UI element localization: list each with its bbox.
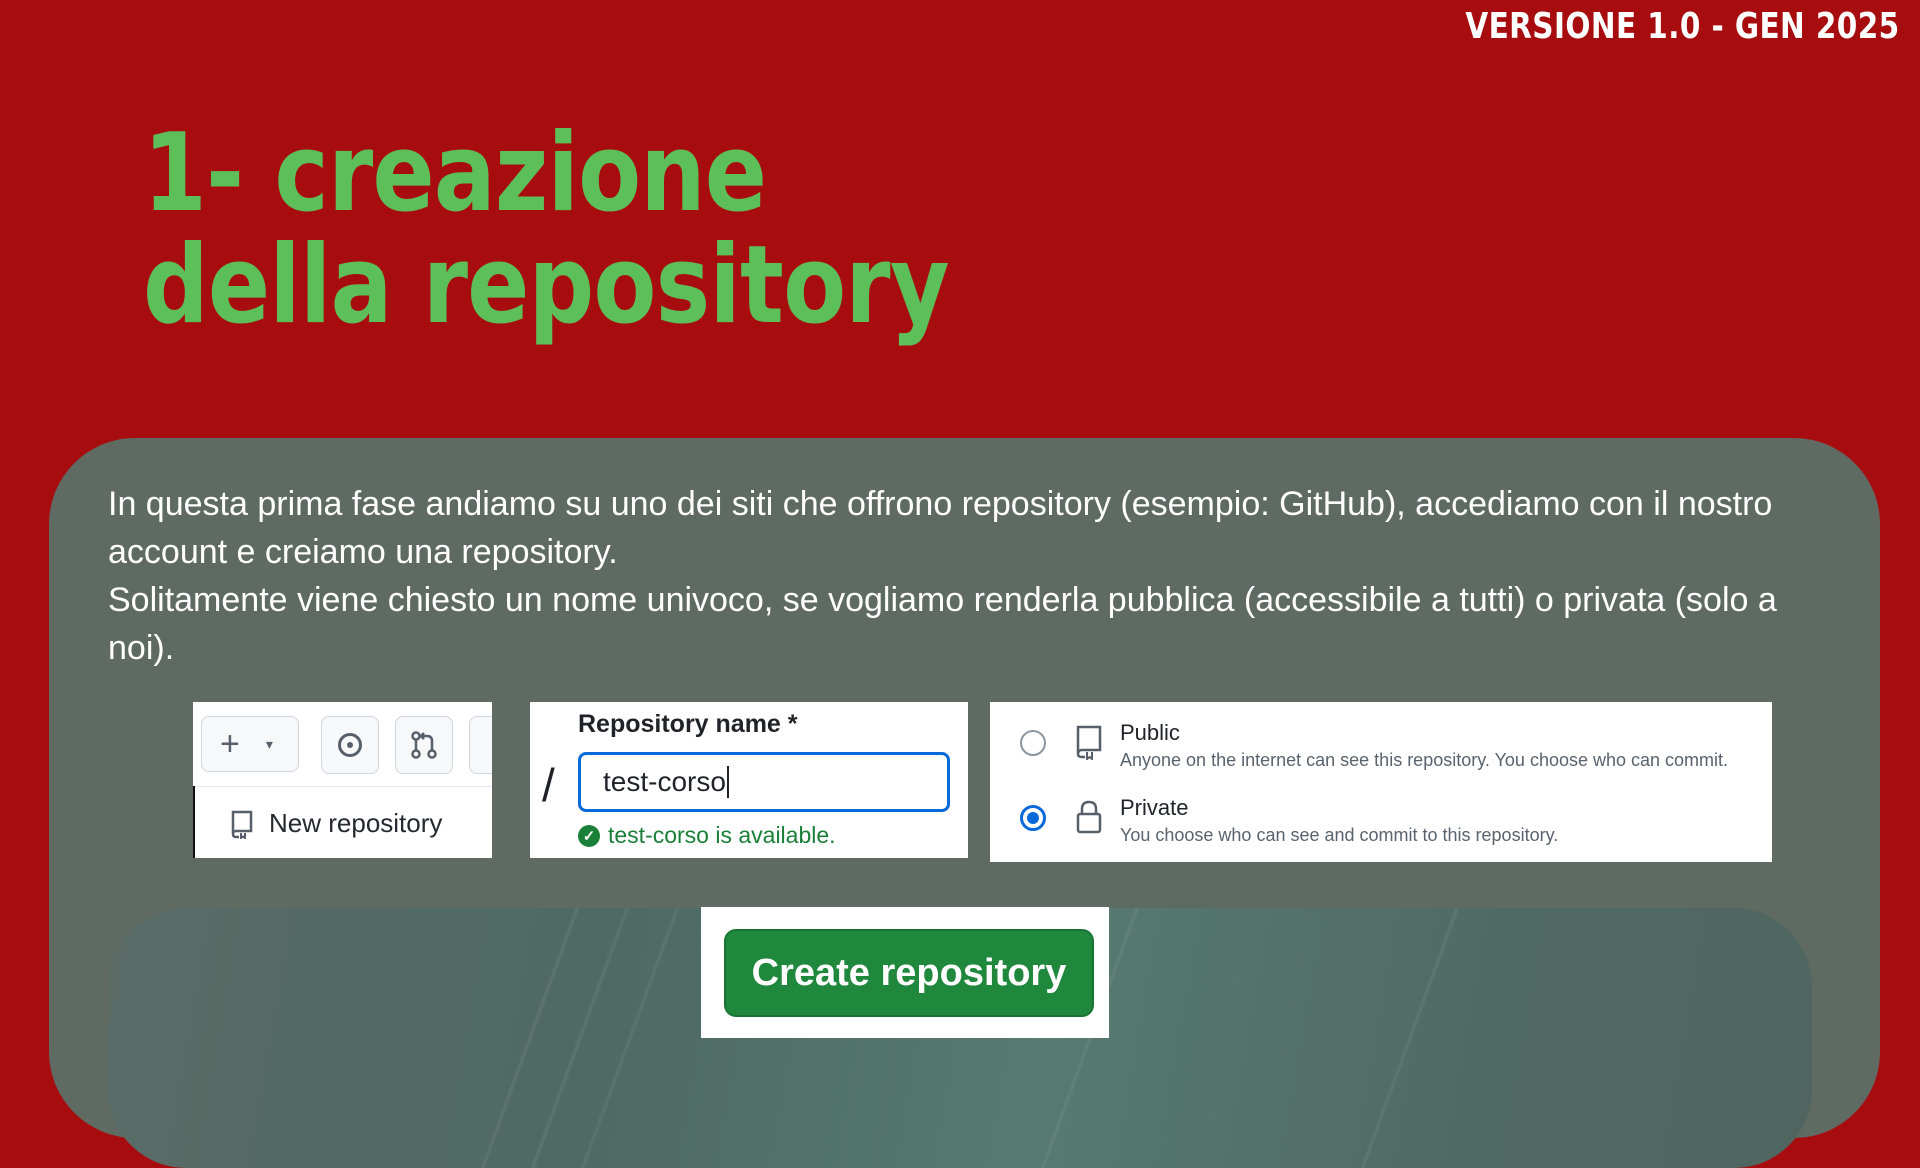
plus-icon: + xyxy=(220,724,240,763)
issues-button[interactable] xyxy=(321,716,379,774)
availability-text: test-corso is available. xyxy=(608,822,836,848)
new-menu-screenshot: + ▾ New repository xyxy=(193,702,492,858)
title-line-1: 1- creazione xyxy=(143,111,767,236)
repository-name-screenshot: Repository name * / test-corso ✓ test-co… xyxy=(530,702,968,858)
public-option[interactable]: Public Anyone on the internet can see th… xyxy=(990,706,1772,776)
public-description: Anyone on the internet can see this repo… xyxy=(1120,750,1729,770)
create-new-button[interactable]: + ▾ xyxy=(201,716,299,772)
more-button[interactable] xyxy=(469,716,492,774)
pull-requests-button[interactable] xyxy=(395,716,453,774)
repository-name-label: Repository name * xyxy=(578,710,798,738)
private-label: Private xyxy=(1120,795,1189,820)
toolbar: + ▾ xyxy=(193,702,492,787)
repository-name-input[interactable]: test-corso xyxy=(578,752,950,812)
caret-down-icon: ▾ xyxy=(265,735,273,752)
public-radio[interactable] xyxy=(1020,730,1046,756)
menu-border xyxy=(193,786,203,858)
intro-paragraph-2: Solitamente viene chiesto un nome univoc… xyxy=(108,581,1777,667)
new-repository-menu-item[interactable]: New repository xyxy=(229,808,442,839)
private-option[interactable]: Private You choose who can see and commi… xyxy=(990,781,1772,851)
version-label: VERSIONE 1.0 - GEN 2025 xyxy=(1465,6,1900,47)
new-repository-label: New repository xyxy=(269,808,443,838)
visibility-screenshot: Public Anyone on the internet can see th… xyxy=(990,702,1772,862)
private-radio[interactable] xyxy=(1020,805,1046,831)
title-line-2: della repository xyxy=(143,223,950,348)
text-cursor xyxy=(726,766,729,798)
page-title: 1- creazione della repository xyxy=(143,111,950,348)
repo-icon xyxy=(231,810,253,839)
owner-separator: / xyxy=(542,759,555,811)
create-repository-button[interactable]: Create repository xyxy=(724,929,1094,1017)
check-circle-icon: ✓ xyxy=(578,824,600,847)
private-description: You choose who can see and commit to thi… xyxy=(1120,825,1559,845)
intro-paragraph-1: In questa prima fase andiamo su uno dei … xyxy=(108,485,1773,571)
intro-text: In questa prima fase andiamo su uno dei … xyxy=(108,480,1828,672)
availability-message: ✓ test-corso is available. xyxy=(578,822,836,849)
pull-request-icon xyxy=(411,731,437,759)
repository-name-value: test-corso xyxy=(603,766,726,797)
lock-icon xyxy=(1076,800,1102,834)
public-label: Public xyxy=(1120,720,1180,745)
issue-icon xyxy=(338,733,362,757)
repo-icon xyxy=(1076,725,1102,760)
create-button-screenshot: Create repository xyxy=(701,907,1109,1038)
